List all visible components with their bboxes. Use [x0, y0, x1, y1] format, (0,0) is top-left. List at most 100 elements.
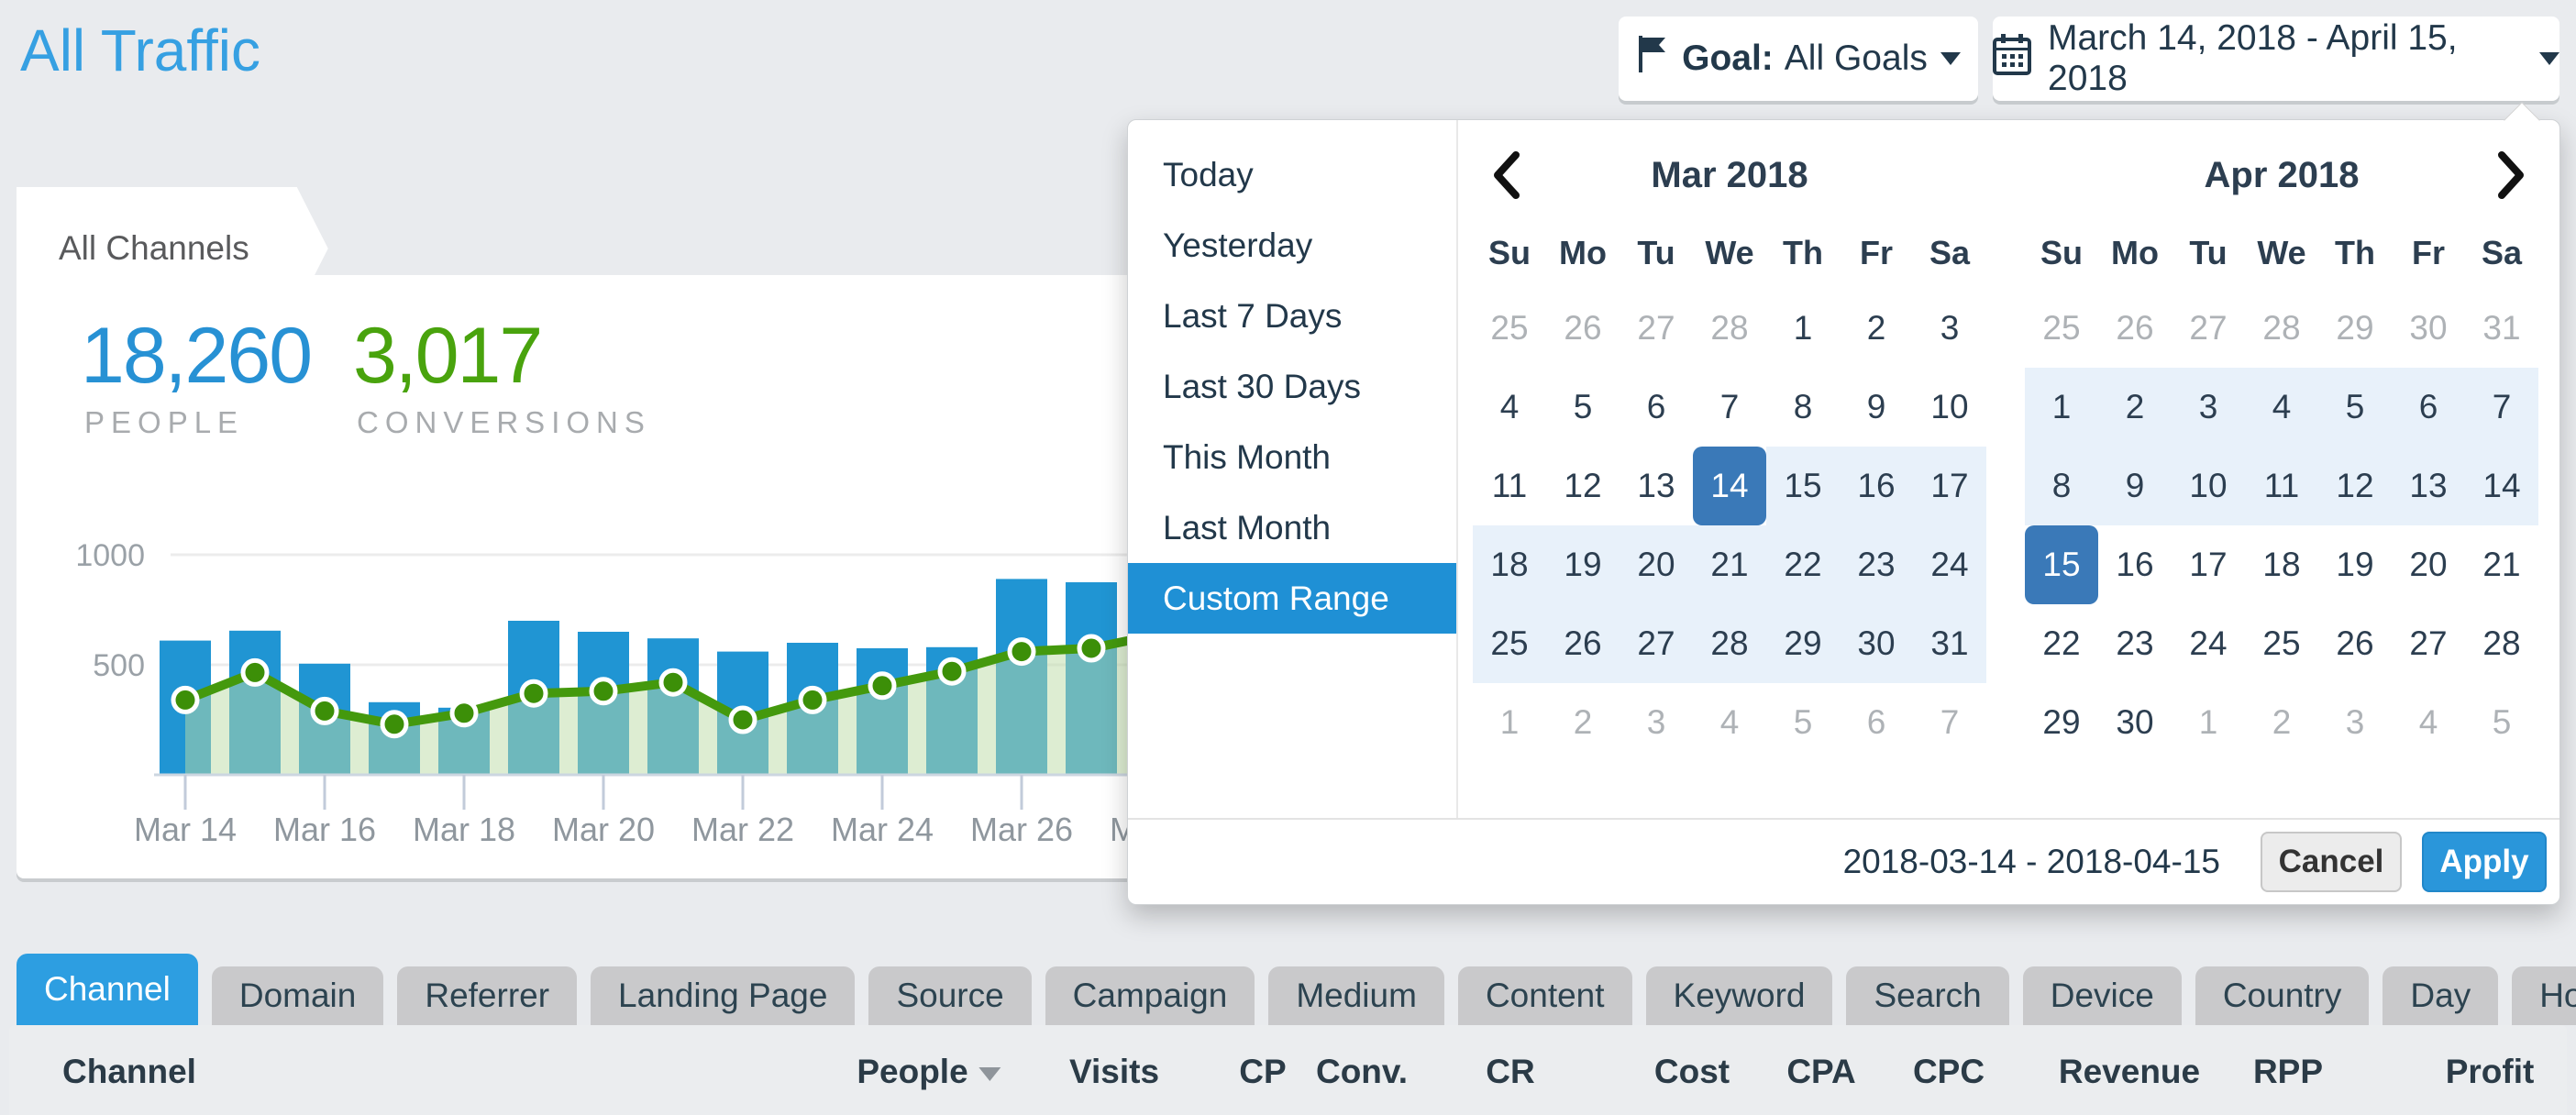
calendar-day[interactable]: 24: [1913, 525, 1986, 604]
tab-hour[interactable]: Hour: [2512, 966, 2576, 1025]
calendar-day[interactable]: 4: [1693, 683, 1766, 762]
calendar-day[interactable]: 2: [2245, 683, 2318, 762]
calendar-day[interactable]: 14: [2465, 447, 2538, 525]
calendar-day[interactable]: 25: [2025, 289, 2098, 368]
column-header-cr[interactable]: CR: [1486, 1053, 1534, 1091]
calendar-day[interactable]: 30: [2098, 683, 2172, 762]
calendar-day[interactable]: 10: [1913, 368, 1986, 447]
column-header-rpp[interactable]: RPP: [2253, 1053, 2323, 1091]
preset-item-custom-range[interactable]: Custom Range: [1128, 563, 1456, 634]
calendar-day[interactable]: 22: [1766, 525, 1840, 604]
column-header-profit[interactable]: Profit: [2446, 1053, 2535, 1091]
calendar-day[interactable]: 9: [1840, 368, 1913, 447]
tab-day[interactable]: Day: [2383, 966, 2498, 1025]
tab-campaign[interactable]: Campaign: [1045, 966, 1255, 1025]
tab-referrer[interactable]: Referrer: [397, 966, 577, 1025]
preset-item-last-30-days[interactable]: Last 30 Days: [1128, 351, 1456, 422]
calendar-day[interactable]: 25: [1473, 289, 1546, 368]
column-header-people[interactable]: People: [857, 1053, 1001, 1091]
calendar-day[interactable]: 25: [2245, 604, 2318, 683]
calendar-day[interactable]: 28: [2465, 604, 2538, 683]
calendar-day[interactable]: 26: [1546, 289, 1620, 368]
calendar-day[interactable]: 23: [2098, 604, 2172, 683]
tab-landing-page[interactable]: Landing Page: [591, 966, 855, 1025]
calendar-day[interactable]: 28: [2245, 289, 2318, 368]
calendar-day[interactable]: 29: [2318, 289, 2392, 368]
calendar-day[interactable]: 12: [1546, 447, 1620, 525]
calendar-day[interactable]: 24: [2172, 604, 2245, 683]
tab-keyword[interactable]: Keyword: [1646, 966, 1833, 1025]
calendar-day[interactable]: 6: [1840, 683, 1913, 762]
calendar-day[interactable]: 12: [2318, 447, 2392, 525]
calendar-day[interactable]: 19: [1546, 525, 1620, 604]
calendar-day[interactable]: 6: [1620, 368, 1693, 447]
calendar-day[interactable]: 14: [1693, 447, 1766, 525]
calendar-day[interactable]: 18: [2245, 525, 2318, 604]
tab-domain[interactable]: Domain: [212, 966, 384, 1025]
calendar-day[interactable]: 1: [1766, 289, 1840, 368]
cancel-button[interactable]: Cancel: [2261, 832, 2402, 892]
calendar-day[interactable]: 1: [1473, 683, 1546, 762]
tab-country[interactable]: Country: [2195, 966, 2370, 1025]
calendar-day[interactable]: 28: [1693, 289, 1766, 368]
column-header-conv[interactable]: Conv.: [1316, 1053, 1408, 1091]
column-header-cpc[interactable]: CPC: [1913, 1053, 1985, 1091]
calendar-day[interactable]: 23: [1840, 525, 1913, 604]
calendar-day[interactable]: 28: [1693, 604, 1766, 683]
calendar-day[interactable]: 6: [2392, 368, 2465, 447]
calendar-day[interactable]: 20: [1620, 525, 1693, 604]
calendar-day[interactable]: 27: [2172, 289, 2245, 368]
calendar-day[interactable]: 7: [2465, 368, 2538, 447]
calendar-day[interactable]: 21: [1693, 525, 1766, 604]
tab-device[interactable]: Device: [2023, 966, 2182, 1025]
calendar-day[interactable]: 25: [1473, 604, 1546, 683]
column-header-cp[interactable]: CP: [1239, 1053, 1286, 1091]
calendar-day[interactable]: 7: [1913, 683, 1986, 762]
calendar-day[interactable]: 3: [1620, 683, 1693, 762]
calendar-day[interactable]: 3: [2172, 368, 2245, 447]
calendar-day[interactable]: 30: [2392, 289, 2465, 368]
calendar-day[interactable]: 9: [2098, 447, 2172, 525]
calendar-day[interactable]: 18: [1473, 525, 1546, 604]
calendar-day[interactable]: 8: [1766, 368, 1840, 447]
preset-item-yesterday[interactable]: Yesterday: [1128, 210, 1456, 281]
calendar-day[interactable]: 4: [1473, 368, 1546, 447]
calendar-day[interactable]: 2: [1546, 683, 1620, 762]
calendar-day[interactable]: 31: [1913, 604, 1986, 683]
calendar-day[interactable]: 19: [2318, 525, 2392, 604]
tab-content[interactable]: Content: [1458, 966, 1632, 1025]
calendar-day[interactable]: 5: [1546, 368, 1620, 447]
date-range-button[interactable]: March 14, 2018 - April 15, 2018: [1993, 17, 2559, 101]
calendar-day[interactable]: 16: [1840, 447, 1913, 525]
calendar-day[interactable]: 26: [2318, 604, 2392, 683]
calendar-day[interactable]: 29: [1766, 604, 1840, 683]
calendar-day[interactable]: 15: [2025, 525, 2098, 604]
calendar-day[interactable]: 26: [2098, 289, 2172, 368]
calendar-day[interactable]: 2: [2098, 368, 2172, 447]
column-header-channel[interactable]: Channel: [62, 1053, 196, 1091]
calendar-day[interactable]: 5: [2465, 683, 2538, 762]
calendar-day[interactable]: 5: [1766, 683, 1840, 762]
calendar-day[interactable]: 5: [2318, 368, 2392, 447]
calendar-day[interactable]: 17: [2172, 525, 2245, 604]
calendar-day[interactable]: 16: [2098, 525, 2172, 604]
column-header-cpa[interactable]: CPA: [1786, 1053, 1855, 1091]
calendar-day[interactable]: 13: [2392, 447, 2465, 525]
calendar-day[interactable]: 8: [2025, 447, 2098, 525]
column-header-revenue[interactable]: Revenue: [2059, 1053, 2200, 1091]
calendar-day[interactable]: 11: [1473, 447, 1546, 525]
calendar-day[interactable]: 26: [1546, 604, 1620, 683]
calendar-day[interactable]: 3: [2318, 683, 2392, 762]
calendar-day[interactable]: 11: [2245, 447, 2318, 525]
goal-dropdown-button[interactable]: Goal: All Goals: [1619, 17, 1978, 101]
preset-item-last-7-days[interactable]: Last 7 Days: [1128, 281, 1456, 351]
calendar-day[interactable]: 2: [1840, 289, 1913, 368]
calendar-day[interactable]: 27: [1620, 289, 1693, 368]
calendar-day[interactable]: 4: [2245, 368, 2318, 447]
preset-item-last-month[interactable]: Last Month: [1128, 492, 1456, 563]
calendar-day[interactable]: 10: [2172, 447, 2245, 525]
calendar-day[interactable]: 3: [1913, 289, 1986, 368]
tab-medium[interactable]: Medium: [1268, 966, 1444, 1025]
tab-channel[interactable]: Channel: [17, 954, 198, 1025]
calendar-day[interactable]: 27: [1620, 604, 1693, 683]
